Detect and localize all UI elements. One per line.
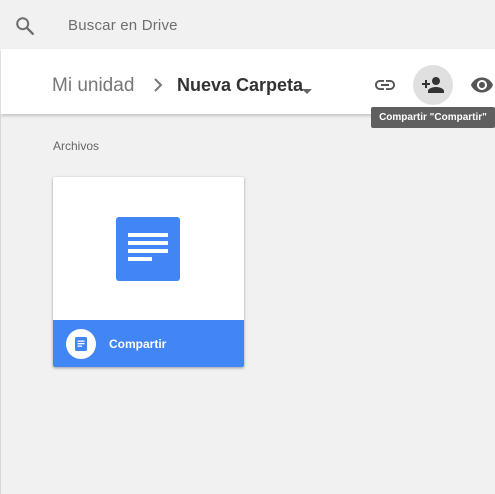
drive-window: Buscar en Drive Mi unidad Nueva Carpeta: [0, 0, 495, 494]
link-icon: [375, 80, 395, 90]
preview-button[interactable]: [462, 65, 495, 105]
get-link-button[interactable]: [365, 65, 405, 105]
file-card-footer[interactable]: Compartir: [53, 320, 244, 367]
folder-header: Mi unidad Nueva Carpeta: [1, 49, 495, 114]
google-doc-icon: [116, 217, 180, 281]
file-title: Compartir: [109, 337, 167, 351]
chevron-right-icon: [149, 74, 167, 96]
search-bar[interactable]: Buscar en Drive: [0, 0, 495, 49]
section-title: Archivos: [53, 139, 100, 153]
file-card[interactable]: Compartir: [53, 177, 244, 367]
left-divider: [0, 114, 1, 494]
breadcrumb-root[interactable]: Mi unidad: [52, 75, 134, 97]
search-input[interactable]: Buscar en Drive: [68, 17, 178, 34]
share-tooltip: Compartir "Compartir": [371, 107, 495, 128]
share-button[interactable]: [413, 65, 453, 105]
google-doc-icon: [66, 329, 96, 359]
eye-icon: [471, 77, 493, 93]
person-add-icon: [422, 77, 444, 93]
breadcrumb-current-folder[interactable]: Nueva Carpeta: [177, 75, 303, 96]
caret-down-icon[interactable]: [301, 83, 313, 94]
search-icon[interactable]: [14, 15, 36, 37]
